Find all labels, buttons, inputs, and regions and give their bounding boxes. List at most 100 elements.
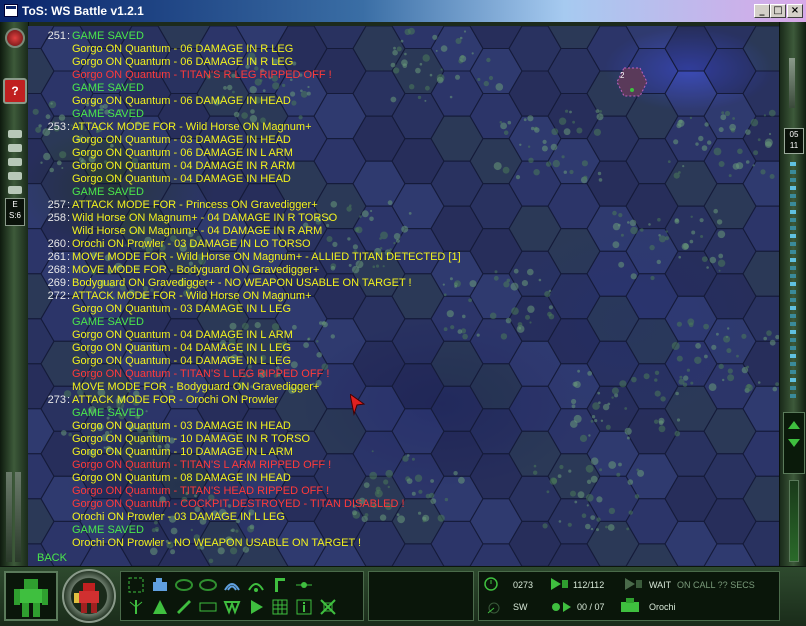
log-turn-number: 251 [47,30,66,42]
battle-map[interactable]: 2 251: GAME SAVED Gorgo ON Quantum - 06 DA… [28,26,779,566]
rail-button-5[interactable] [8,186,22,194]
wait-label[interactable]: WAIT [649,580,671,590]
select-icon[interactable] [127,576,145,594]
vegetation [763,114,767,117]
target-icon[interactable] [319,598,337,616]
vegetation [657,217,661,222]
right-scroll-handle[interactable] [789,58,795,108]
minimize-button[interactable]: _ [754,4,770,18]
status-led [790,234,796,238]
eject-icon[interactable] [199,598,217,616]
vegetation [741,366,749,374]
vegetation [676,321,683,327]
clock-icon [484,577,498,591]
vegetation [745,129,751,135]
title-bar[interactable]: ToS: WS Battle v1.2.1 _ □ × [0,0,806,22]
help-button[interactable]: ? [3,78,27,104]
maximize-button[interactable]: □ [770,4,786,18]
log-entry: Gorgo ON Quantum - 06 DAMAGE IN L ARM [34,147,634,160]
status-led [790,330,796,334]
log-entry: MOVE MODE FOR - Bodyguard ON Gravedigger… [34,381,634,394]
vegetation [727,327,730,330]
vegetation [703,323,709,330]
vegetation [757,138,761,142]
log-message: Gorgo ON Quantum - 03 DAMAGE IN L LEG [72,303,292,315]
status-led [790,394,796,398]
vegetation [722,378,725,382]
blade-icon[interactable] [175,598,193,616]
ammo-value: 00 / 07 [577,602,605,612]
triangle-icon[interactable] [151,598,169,616]
ring-icon[interactable] [175,576,193,594]
vegetation [650,275,655,281]
vehicle-icon[interactable] [151,576,169,594]
status-led [790,346,796,350]
ecm-icon[interactable] [199,576,217,594]
log-separator: : [67,394,71,406]
antenna-icon[interactable] [127,598,145,616]
log-turn-number: 272 [47,290,66,302]
vegetation [660,396,666,402]
app-icon[interactable] [4,4,18,17]
log-separator: : [67,199,71,211]
status-led [790,250,796,254]
vegetation [736,354,739,358]
rail-button-4[interactable] [8,172,22,180]
log-separator: : [67,30,71,42]
vegetation [634,494,640,499]
log-message: GAME SAVED [72,316,144,328]
crane-icon[interactable] [271,576,289,594]
squad-indicator: E S:6 [5,198,25,226]
play-icon[interactable] [247,598,265,616]
vegetation [665,230,668,233]
formation-icon[interactable] [223,598,241,616]
log-entry: Orochi ON Prowler - 03 DAMAGE IN L LEG [34,511,634,524]
close-button[interactable]: × [787,4,803,18]
pilot-portrait[interactable] [4,571,58,621]
log-entry: Gorgo ON Quantum - COCKPIT DESTROYED - T… [34,498,634,511]
armor-value: 112/112 [573,580,605,590]
signal-icon[interactable] [247,576,265,594]
status-led [790,290,796,294]
status-panel: 0273 112/112 WAIT ON CALL ?? SECS SW 00 … [478,571,780,621]
radio-wave-icon[interactable] [223,576,241,594]
menu-orb-icon[interactable] [5,28,25,48]
vegetation [753,150,759,156]
rail-button-1[interactable] [8,130,22,138]
rail-button-2[interactable] [8,144,22,152]
left-gauge-2 [15,472,21,562]
log-entry: Gorgo ON Quantum - 04 DAMAGE IN HEAD [34,173,634,186]
log-separator: : [67,264,71,276]
log-message: Gorgo ON Quantum - 04 DAMAGE IN R ARM [72,160,296,172]
status-led [790,386,796,390]
zoom-control[interactable] [783,412,805,474]
vegetation [690,215,693,218]
log-message: Gorgo ON Quantum - 03 DAMAGE IN HEAD [72,420,291,432]
grid-icon[interactable] [271,598,289,616]
info-icon[interactable] [295,598,313,616]
back-button[interactable]: BACK [37,552,67,564]
log-message: Gorgo ON Quantum - 06 DAMAGE IN L ARM [72,147,293,159]
log-message: Gorgo ON Quantum - 10 DAMAGE IN R TORSO [72,433,310,445]
vegetation [704,122,709,127]
log-entry: Gorgo ON Quantum - 10 DAMAGE IN L ARM [34,446,634,459]
zoom-out-icon[interactable] [788,439,800,447]
vegetation [673,172,680,179]
log-entry: Gorgo ON Quantum - 06 DAMAGE IN HEAD [34,95,634,108]
vegetation [757,381,761,384]
unit-selector-dial[interactable] [62,569,116,623]
vegetation [679,375,683,379]
log-entry: GAME SAVED [34,186,634,199]
status-led [790,210,796,214]
log-message: Gorgo ON Quantum - 04 DAMAGE IN HEAD [72,173,291,185]
counter-top: 05 [789,130,799,139]
vegetation [208,558,214,564]
vegetation [717,259,726,267]
log-turn-number: 261 [47,251,66,263]
zoom-in-icon[interactable] [788,421,800,429]
point-icon[interactable] [295,576,313,594]
rail-button-3[interactable] [8,158,22,166]
log-entry: GAME SAVED [34,82,634,95]
turn-counter: 0273 [513,580,534,590]
window-title: ToS: WS Battle v1.2.1 [22,4,144,18]
